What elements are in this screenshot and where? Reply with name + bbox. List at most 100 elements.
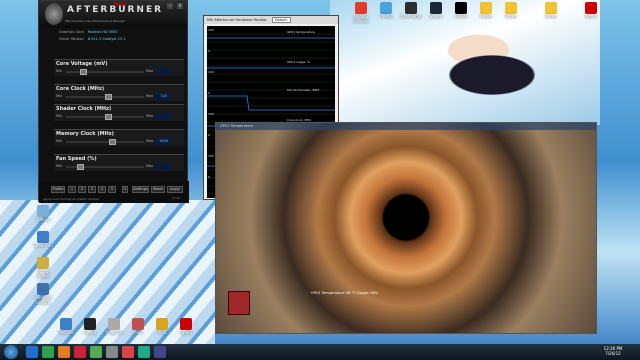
app-icon — [505, 2, 517, 14]
slider-row: Min Max — [54, 68, 184, 76]
hardware-monitor-title-text: MSI Afterburner Hardware Monitor — [207, 18, 267, 22]
profile-slot-button[interactable]: 3 — [88, 186, 96, 193]
startup-checkbox-label[interactable]: Apply overclocking at system startup — [43, 197, 99, 201]
desktop-icon[interactable]: Game — [79, 318, 101, 335]
card-info: Graphics Card Radeon HD 5850 Driver Versi… — [59, 29, 184, 43]
start-button[interactable] — [4, 345, 18, 359]
slider-label: Core Clock (MHz) — [56, 86, 105, 92]
desktop-icon[interactable]: Google Chrome — [350, 2, 372, 24]
profile-slot-button[interactable]: 2 — [78, 186, 86, 193]
desktop-icon[interactable]: FRAPS — [450, 2, 472, 19]
desktop-icon[interactable]: Sticky Notes — [32, 257, 54, 279]
desktop-icon[interactable]: Paint — [127, 318, 149, 335]
desktop-icon-label: Google Chrome — [353, 14, 369, 24]
desktop-icon[interactable]: Game — [580, 2, 602, 19]
app-icon — [156, 318, 168, 330]
desktop-icon[interactable]: Tool — [151, 318, 173, 335]
stamp-image — [228, 291, 250, 315]
desktop-icon[interactable]: Speccy — [32, 205, 54, 222]
slider-value-box[interactable]: 1000 — [155, 138, 172, 145]
slider-group: Core Clock (MHz) Min Max 725 — [54, 84, 184, 101]
slider-group: Memory Clock (MHz) Min Max 1000 — [54, 129, 184, 146]
desktop-icon[interactable]: Core Temp — [400, 2, 422, 19]
profile-slot-button[interactable]: 4 — [98, 186, 106, 193]
desktop-icon-label: Program — [105, 330, 123, 335]
desktop-icon-label: Folder — [504, 14, 518, 19]
profile-slot-button[interactable]: 1 — [68, 186, 76, 193]
afterburner-window[interactable]: msi AFTERBURNER MSI Graphics Card Perfor… — [38, 0, 189, 203]
slider-max-label: Max — [146, 69, 154, 73]
afterburner-logo: AFTERBURNER — [67, 5, 164, 15]
desktop-icon-label: Tool — [158, 330, 166, 335]
slider-value-box[interactable] — [155, 113, 172, 120]
slider-track[interactable] — [66, 71, 144, 73]
slider-thumb[interactable] — [80, 69, 88, 75]
slider-value-box[interactable] — [155, 68, 172, 75]
profile-slot-button[interactable]: 5 — [108, 186, 116, 193]
slider-thumb[interactable] — [108, 139, 116, 145]
desktop-icon-label: Core Temp — [400, 14, 422, 19]
taskbar-app-icon[interactable] — [74, 346, 86, 358]
taskbar-app-icon[interactable] — [154, 346, 166, 358]
afterburner-header: msi AFTERBURNER MSI Graphics Card Perfor… — [39, 1, 187, 28]
profile-label: Profile — [51, 186, 65, 193]
desktop-icon[interactable]: Steam — [425, 2, 447, 19]
app-icon — [455, 2, 467, 14]
desktop-icon[interactable]: Folder — [475, 2, 497, 19]
slider-thumb[interactable] — [105, 94, 113, 100]
slider-label: Fan Speed (%) — [56, 156, 97, 162]
monitor-graph-label: Fan tachometer, RPM — [287, 88, 319, 92]
taskbar-app-icon[interactable] — [122, 346, 134, 358]
monitor-scale-label: 0 — [208, 91, 210, 95]
desktop-icon-label: Folder — [544, 14, 558, 19]
desktop-icon[interactable]: Recycle — [55, 318, 77, 335]
settings-button[interactable]: Settings — [132, 186, 149, 193]
taskbar-app-icon[interactable] — [138, 346, 150, 358]
taskbar-app-icon[interactable] — [42, 346, 54, 358]
monitor-scale-label: 100 — [208, 70, 214, 74]
desktop-icon[interactable]: SpeedFan — [32, 231, 54, 248]
monitor-scale-label: 0 — [208, 133, 210, 137]
monitor-graph-label: GPU1 temperature — [287, 30, 316, 34]
slider-min-label: Min — [56, 164, 63, 168]
detach-button[interactable]: Detach — [271, 17, 291, 23]
desktop-icon-label: Folder — [479, 14, 493, 19]
desktop-icon[interactable]: Windows Update — [32, 283, 54, 305]
desktop-icon-label: Game — [585, 14, 597, 19]
desktop-icon[interactable]: Opera — [175, 318, 197, 335]
desktop-icon[interactable]: Folder — [540, 2, 562, 19]
monitor-scale-label: 0 — [208, 175, 210, 179]
slider-max-label: Max — [146, 94, 154, 98]
app-icon — [355, 2, 367, 14]
app-icon — [60, 318, 72, 330]
apply-button[interactable]: Apply — [167, 186, 183, 193]
desktop-icon[interactable]: CPUID — [375, 2, 397, 19]
slider-max-label: Max — [146, 114, 154, 118]
slider-thumb[interactable] — [76, 164, 84, 170]
minimize-button[interactable]: – — [167, 3, 173, 9]
taskbar-app-icon[interactable] — [58, 346, 70, 358]
desktop-icon[interactable]: Folder — [500, 2, 522, 19]
app-icon — [37, 257, 49, 269]
slider-thumb[interactable] — [105, 114, 113, 120]
wallpaper-eye-window[interactable]: GPU1 Temperature GPU1 Temperature: 68 °C… — [215, 122, 597, 334]
desktop-icon-label: Recycle — [58, 330, 74, 335]
slider-value-box[interactable] — [155, 163, 172, 170]
slider-value-box[interactable]: 725 — [155, 93, 172, 100]
profile-save-button[interactable]: S — [122, 186, 128, 193]
taskbar-app-icon[interactable] — [106, 346, 118, 358]
monitor-graph-label: GPU1 usage, % — [287, 60, 311, 64]
taskbar-app-icon[interactable] — [26, 346, 38, 358]
monitor-scale-label: 100 — [208, 112, 214, 116]
slider-track[interactable] — [66, 141, 144, 143]
close-button[interactable]: x — [177, 3, 183, 9]
taskbar-app-icon[interactable] — [90, 346, 102, 358]
desktop-icon-label: Opera — [179, 330, 193, 335]
app-icon — [132, 318, 144, 330]
taskbar-clock[interactable]: 12:26 PM 7/26/12 — [596, 346, 630, 356]
taskbar: 12:26 PM 7/26/12 — [0, 344, 640, 360]
desktop-icon[interactable]: Program — [103, 318, 125, 335]
reset-button[interactable]: Reset — [151, 186, 165, 193]
graphics-card-label: Graphics Card — [59, 30, 84, 34]
slider-max-label: Max — [146, 139, 154, 143]
